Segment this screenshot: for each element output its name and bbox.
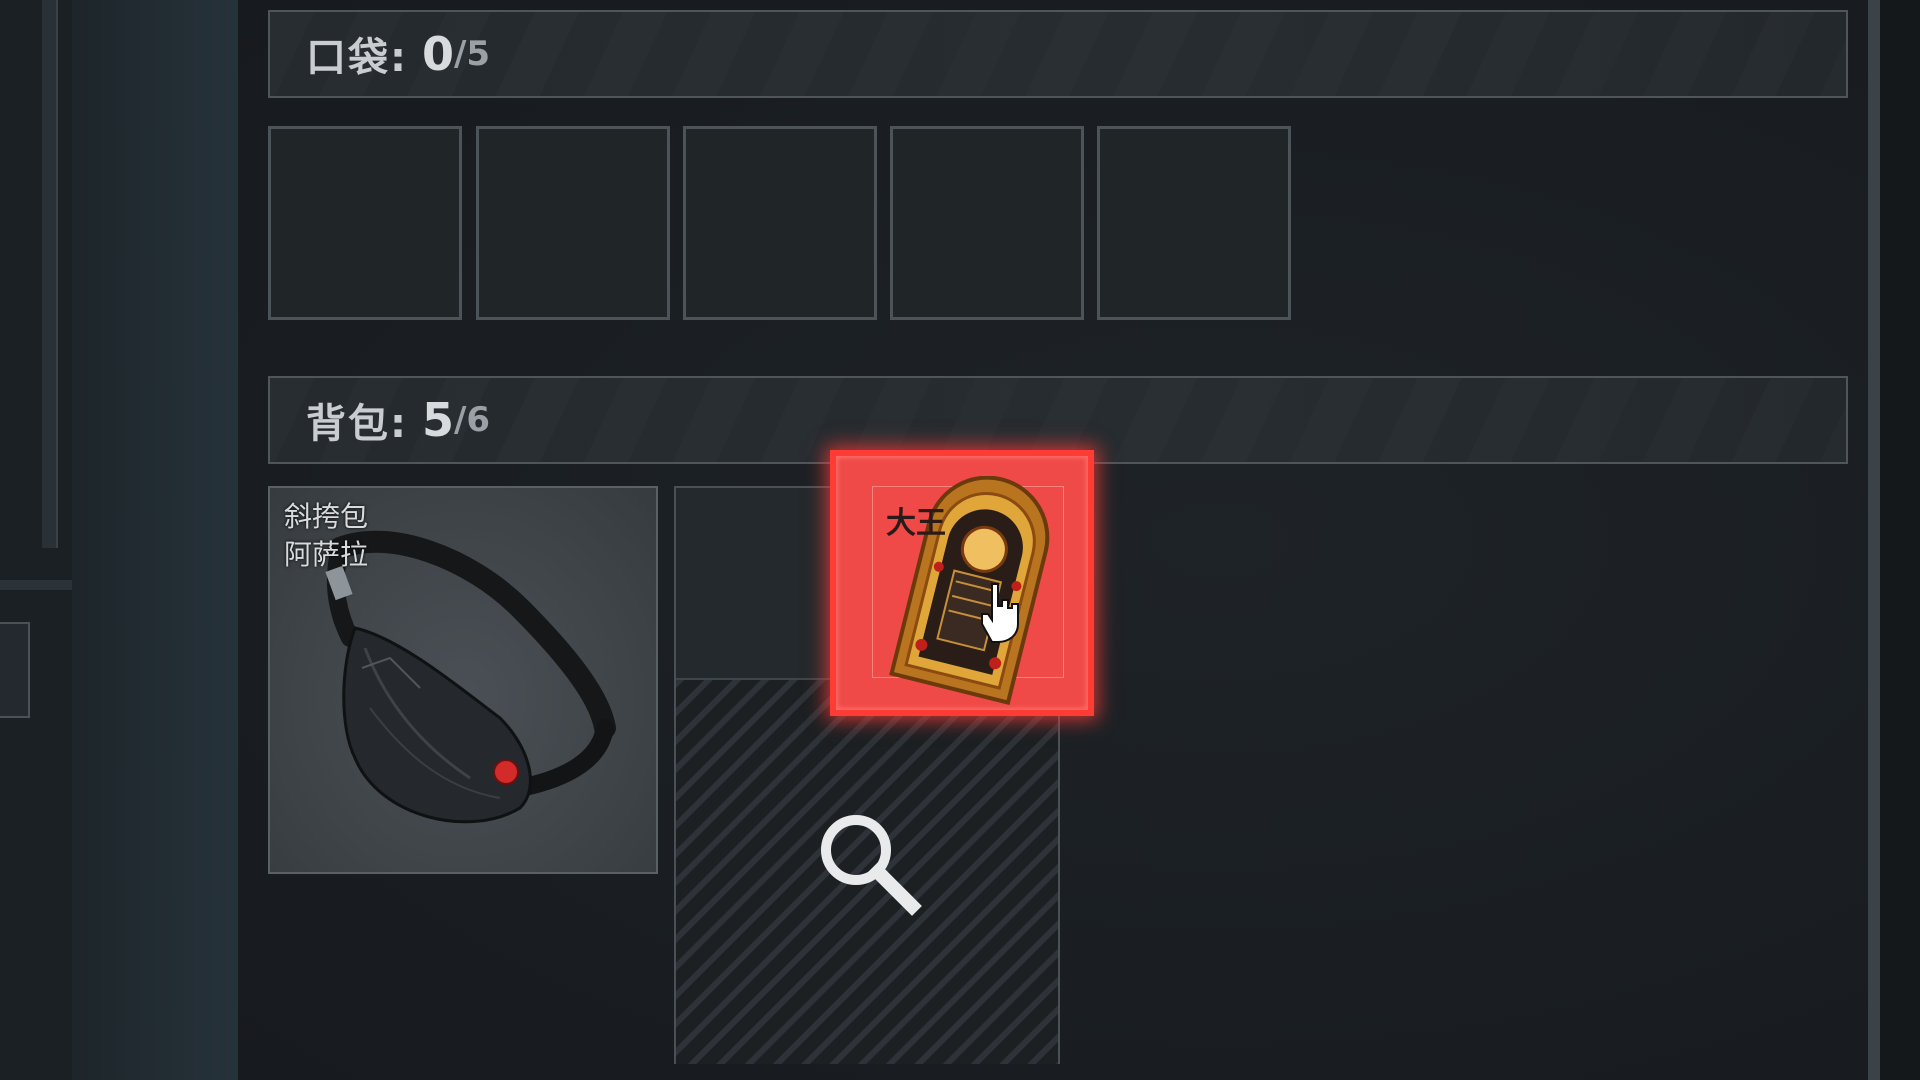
pocket-capacity: /5 <box>454 34 491 74</box>
left-scrollbar[interactable] <box>42 0 58 548</box>
left-divider <box>0 580 72 590</box>
backpack-item-crossbody-bag[interactable]: 斜挎包 阿萨拉 <box>268 486 658 874</box>
pocket-slot-3[interactable] <box>683 126 877 320</box>
left-slot[interactable] <box>0 622 30 718</box>
right-edge <box>1880 0 1920 1080</box>
left-panel <box>0 0 72 1080</box>
inventory-screen: 口袋: 0 /5 背包: 5 /6 斜挎包 阿萨拉 大王 <box>0 0 1920 1080</box>
backpack-count: 5 <box>422 393 455 447</box>
search-icon <box>821 815 922 916</box>
backpack-capacity: /6 <box>454 400 491 440</box>
dragged-item-card[interactable]: 大王 <box>830 450 1094 716</box>
pocket-slot-1[interactable] <box>268 126 462 320</box>
pocket-count: 0 <box>422 27 455 81</box>
pocket-slot-2[interactable] <box>476 126 670 320</box>
right-scrollbar[interactable] <box>1868 0 1880 1080</box>
item-name: 斜挎包 阿萨拉 <box>284 498 368 574</box>
pocket-slot-5[interactable] <box>1097 126 1291 320</box>
item-name-line2: 阿萨拉 <box>284 538 369 571</box>
item-name-line1: 斜挎包 <box>284 500 369 533</box>
pocket-header: 口袋: 0 /5 <box>268 10 1848 98</box>
dragged-item-name: 大王 <box>886 506 946 541</box>
pocket-label: 口袋: <box>306 35 408 81</box>
pocket-slot-4[interactable] <box>890 126 1084 320</box>
backpack-label: 背包: <box>306 401 408 447</box>
